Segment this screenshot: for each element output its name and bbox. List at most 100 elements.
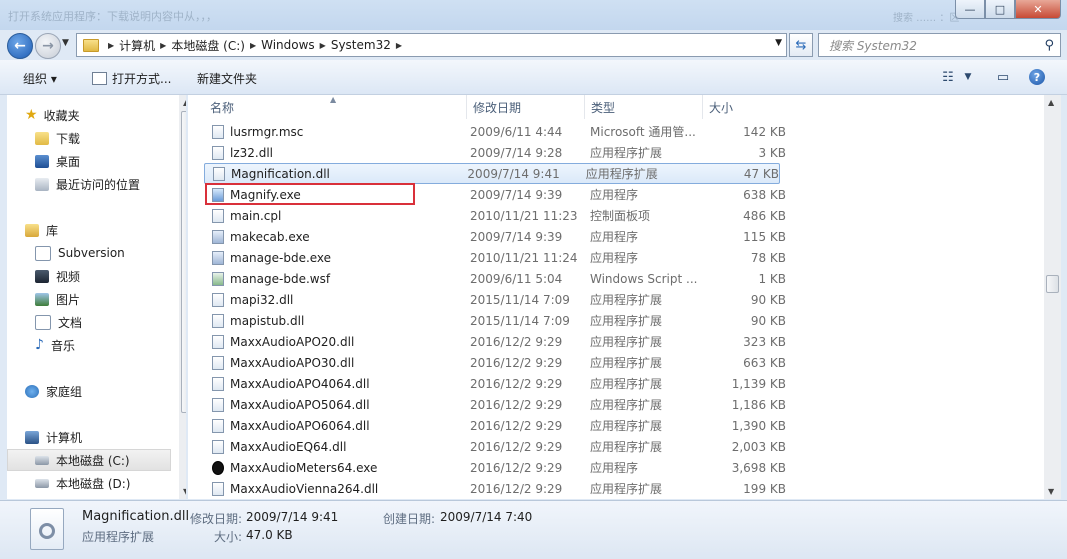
sidebar-item-subversion[interactable]: Subversion — [35, 242, 125, 264]
nav-scrollbar[interactable]: ▲ ▼ — [179, 95, 186, 499]
address-bar[interactable]: ▶ 计算机 ▶ 本地磁盘 (C:) ▶ Windows ▶ System32 ▶… — [76, 33, 787, 57]
sidebar-item-drive-c[interactable]: 本地磁盘 (C:) — [7, 449, 171, 471]
file-row[interactable]: MaxxAudioAPO5064.dll 2016/12/2 9:29 应用程序扩展… — [204, 394, 786, 415]
breadcrumb-drive-c[interactable]: 本地磁盘 (C:) — [171, 37, 245, 54]
column-name[interactable]: 名称 — [188, 95, 467, 119]
chevron-right-icon[interactable]: ▶ — [108, 41, 114, 50]
sidebar-item-pictures[interactable]: 图片 — [35, 288, 80, 310]
breadcrumb-computer[interactable]: 计算机 — [119, 37, 155, 54]
file-row[interactable]: MaxxAudioAPO4064.dll 2016/12/2 9:29 应用程序扩展… — [204, 373, 786, 394]
file-row[interactable]: lusrmgr.msc 2009/6/11 4:44 Microsoft 通用管..… — [204, 121, 786, 142]
organize-button[interactable]: 组织 ▾ — [23, 70, 57, 87]
navigation-bar: ← → ▼ ▶ 计算机 ▶ 本地磁盘 (C:) ▶ Windows ▶ Syst… — [0, 30, 1067, 60]
file-name-cell: lusrmgr.msc — [204, 124, 460, 139]
nav-scroll-thumb[interactable] — [181, 111, 186, 413]
file-row[interactable]: MaxxAudioEQ64.dll 2016/12/2 9:29 应用程序扩展 2,0… — [204, 436, 786, 457]
file-type: 应用程序扩展 — [590, 314, 663, 328]
sidebar-item-recent[interactable]: 最近访问的位置 — [35, 173, 140, 195]
file-date: 2016/12/2 9:29 — [470, 334, 563, 349]
column-type[interactable]: 类型 — [585, 95, 703, 119]
sidebar-item-favorites[interactable]: ★ 收藏夹 — [25, 104, 80, 126]
sidebar-item-downloads[interactable]: 下载 — [35, 127, 80, 149]
sidebar-label: 最近访问的位置 — [56, 177, 141, 192]
file-row[interactable]: MaxxAudioAPO30.dll 2016/12/2 9:29 应用程序扩展 66… — [204, 352, 786, 373]
file-row[interactable]: main.cpl 2010/11/21 11:23 控制面板项 486 KB — [204, 205, 786, 226]
file-row[interactable]: makecab.exe 2009/7/14 9:39 应用程序 115 KB — [204, 226, 786, 247]
file-type: Windows Script ... — [590, 271, 698, 286]
close-button[interactable]: ✕ — [1015, 0, 1061, 19]
dll-file-icon — [212, 418, 224, 433]
back-button[interactable]: ← — [7, 33, 33, 59]
column-date[interactable]: 修改日期 — [467, 95, 585, 119]
sidebar-item-music[interactable]: ♪ 音乐 — [35, 334, 75, 356]
dll-file-icon — [212, 397, 224, 412]
preview-pane-icon[interactable]: ▭ — [993, 68, 1013, 86]
file-size: 47 KB — [743, 166, 779, 181]
scroll-up-icon[interactable]: ▲ — [183, 98, 186, 107]
sidebar-item-computer[interactable]: 计算机 — [25, 426, 82, 448]
file-name-cell: MaxxAudioEQ64.dll — [204, 439, 460, 454]
sidebar-item-drive-d[interactable]: 本地磁盘 (D:) — [35, 472, 130, 494]
file-name-cell: MaxxAudioAPO20.dll — [204, 334, 460, 349]
dll-file-icon — [212, 145, 224, 160]
file-name: lz32.dll — [230, 145, 274, 160]
file-type: 应用程序扩展 — [590, 146, 663, 160]
file-list: ▲ 名称 修改日期 类型 大小 lusrmgr.msc 2009/6/11 4:4… — [188, 95, 1044, 499]
open-with-button[interactable]: 打开方式... — [92, 70, 171, 87]
sidebar-item-desktop[interactable]: 桌面 — [35, 150, 80, 172]
file-row[interactable]: MaxxAudioAPO20.dll 2016/12/2 9:29 应用程序扩展 32… — [204, 331, 786, 352]
details-modified-label: 修改日期: — [190, 512, 243, 526]
sidebar-label: 收藏夹 — [43, 108, 80, 123]
breadcrumb-windows[interactable]: Windows — [261, 38, 315, 52]
scroll-down-icon[interactable]: ▼ — [1048, 487, 1054, 496]
view-options-icon[interactable]: ☷ — [938, 68, 958, 86]
file-row[interactable]: mapistub.dll 2015/11/14 7:09 应用程序扩展 90 KB — [204, 310, 786, 331]
chevron-right-icon[interactable]: ▶ — [320, 41, 326, 50]
file-date: 2009/7/14 9:28 — [470, 145, 563, 160]
file-type: 应用程序 — [590, 188, 639, 202]
maximize-button[interactable]: □ — [985, 0, 1015, 19]
file-row[interactable]: MaxxAudioAPO6064.dll 2016/12/2 9:29 应用程序扩展… — [204, 415, 786, 436]
sidebar-item-libraries[interactable]: 库 — [25, 219, 58, 241]
file-date: 2016/12/2 9:29 — [470, 481, 563, 496]
minimize-button[interactable]: — — [955, 0, 985, 19]
file-row[interactable]: Magnification.dll 2009/7/14 9:41 应用程序扩展 47 … — [204, 163, 780, 184]
file-size: 142 KB — [743, 124, 786, 139]
file-row[interactable]: manage-bde.exe 2010/11/21 11:24 应用程序 78 KB — [204, 247, 786, 268]
forward-button[interactable]: → — [35, 33, 61, 59]
file-row[interactable]: mapi32.dll 2015/11/14 7:09 应用程序扩展 90 KB — [204, 289, 786, 310]
file-date: 2016/12/2 9:29 — [470, 376, 563, 391]
sidebar-item-documents[interactable]: 文档 — [35, 311, 82, 333]
search-icon[interactable]: ⚲ — [1044, 38, 1054, 53]
new-folder-label: 新建文件夹 — [197, 72, 258, 86]
search-input[interactable]: 搜索 System32 ⚲ — [818, 33, 1061, 57]
file-date: 2009/7/14 9:39 — [470, 229, 563, 244]
sidebar-item-homegroup[interactable]: 家庭组 — [25, 380, 82, 402]
chevron-right-icon[interactable]: ▶ — [396, 41, 402, 50]
chevron-right-icon[interactable]: ▶ — [160, 41, 166, 50]
file-row[interactable]: lz32.dll 2009/7/14 9:28 应用程序扩展 3 KB — [204, 142, 786, 163]
scroll-up-icon[interactable]: ▲ — [1048, 98, 1054, 107]
view-dropdown-icon[interactable]: ▼ — [958, 68, 978, 86]
file-list-scroll-thumb[interactable] — [1046, 275, 1059, 293]
column-size[interactable]: 大小 — [703, 95, 783, 119]
file-row[interactable]: MaxxAudioVienna264.dll 2016/12/2 9:29 应用程序… — [204, 478, 786, 499]
file-name: MaxxAudioAPO20.dll — [230, 334, 355, 349]
file-size: 115 KB — [743, 229, 786, 244]
breadcrumb-system32[interactable]: System32 — [331, 38, 391, 52]
file-list-scrollbar[interactable]: ▲ ▼ — [1044, 95, 1061, 499]
file-size: 663 KB — [743, 355, 786, 370]
address-dropdown-icon[interactable]: ▼ — [775, 38, 782, 48]
help-button[interactable]: ? — [1027, 68, 1047, 86]
file-row[interactable]: manage-bde.wsf 2009/6/11 5:04 Windows Scri… — [204, 268, 786, 289]
file-row[interactable]: MaxxAudioMeters64.exe 2016/12/2 9:29 应用程序 3… — [204, 457, 786, 478]
file-name: Magnification.dll — [231, 166, 330, 181]
sidebar-item-videos[interactable]: 视频 — [35, 265, 80, 287]
file-size: 2,003 KB — [731, 439, 786, 454]
chevron-right-icon[interactable]: ▶ — [250, 41, 256, 50]
scroll-down-icon[interactable]: ▼ — [183, 487, 186, 496]
history-dropdown-icon[interactable]: ▼ — [62, 38, 69, 48]
refresh-button[interactable]: ⇆ — [789, 33, 813, 57]
new-folder-button[interactable]: 新建文件夹 — [197, 70, 257, 87]
file-name: MaxxAudioAPO5064.dll — [230, 397, 370, 412]
